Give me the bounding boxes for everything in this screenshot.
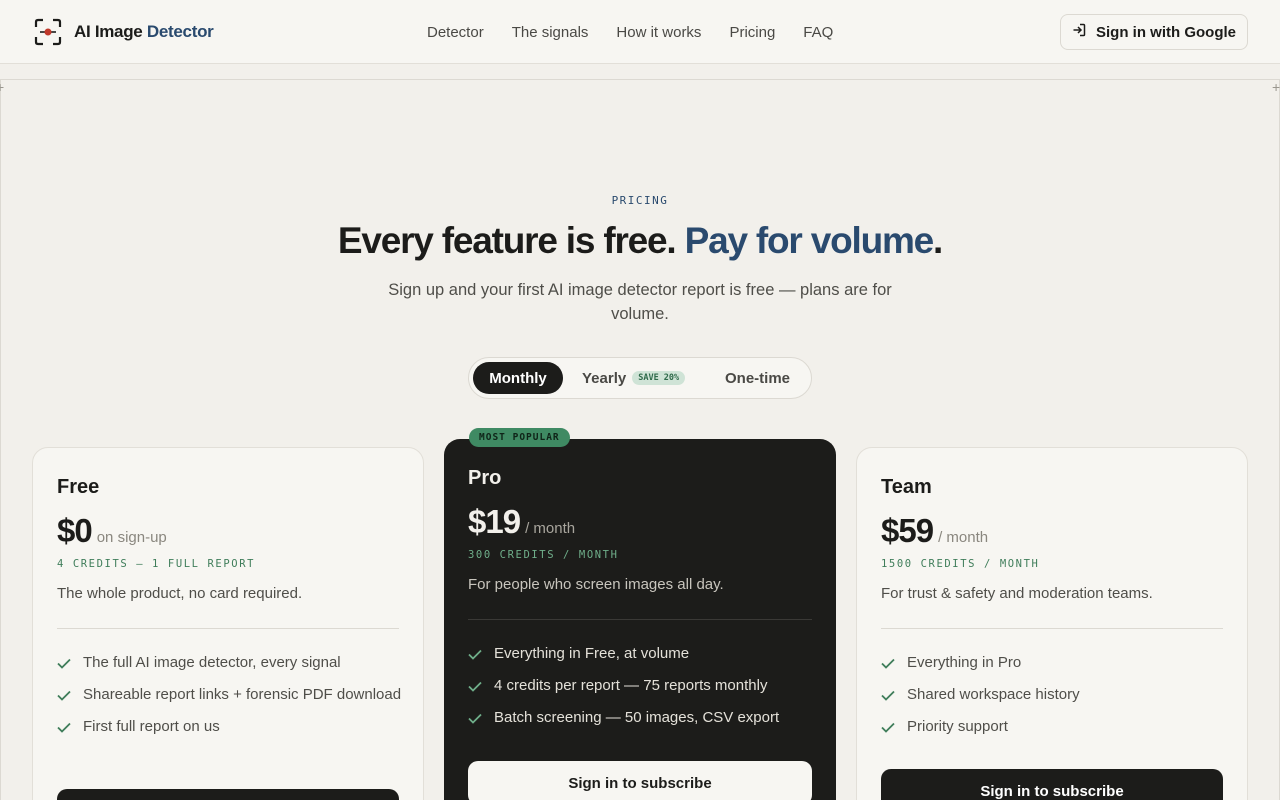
plan-card-team: Team $59 / month 1500 CREDITS / MONTH Fo… (856, 447, 1248, 800)
plan-price-row: $19 / month (468, 503, 575, 541)
feature-item: Everything in Free, at volume (468, 644, 816, 664)
nav-the-signals[interactable]: The signals (512, 24, 589, 41)
check-icon (468, 676, 482, 696)
nav-pricing[interactable]: Pricing (729, 24, 775, 41)
feature-text: The full AI image detector, every signal (83, 654, 341, 671)
plan-credits: 4 CREDITS — 1 FULL REPORT (57, 558, 256, 570)
plan-price-row: $0 on sign-up (57, 512, 167, 550)
nav-faq[interactable]: FAQ (803, 24, 833, 41)
check-icon (57, 685, 71, 705)
pro-subscribe-button[interactable]: Sign in to subscribe (468, 761, 812, 800)
corner-plus-icon: + (1272, 79, 1280, 95)
feature-text: Shared workspace history (907, 686, 1080, 703)
section-eyebrow: PRICING (611, 194, 669, 207)
logo-text-accent: Detector (146, 22, 214, 41)
plan-description: The whole product, no card required. (57, 585, 303, 602)
plan-name: Free (57, 476, 100, 498)
plan-credits: 300 CREDITS / MONTH (468, 549, 619, 561)
feature-text: Batch screening — 50 images, CSV export (494, 709, 780, 726)
plan-price: $0 (57, 512, 93, 549)
toggle-yearly-label: Yearly (582, 369, 627, 387)
plan-description: For trust & safety and moderation teams. (881, 585, 1153, 602)
plan-features: Everything in Free, at volume 4 credits … (468, 644, 816, 740)
feature-item: 4 credits per report — 75 reports monthl… (468, 676, 816, 696)
check-icon (881, 685, 895, 705)
check-icon (57, 653, 71, 673)
divider (881, 628, 1223, 629)
check-icon (468, 708, 482, 728)
feature-text: Shareable report links + forensic PDF do… (83, 686, 402, 703)
plan-card-free: Free $0 on sign-up 4 CREDITS — 1 FULL RE… (32, 447, 424, 800)
feature-item: The full AI image detector, every signal (57, 653, 403, 673)
sign-in-arrow-icon (1072, 23, 1086, 41)
page-title: Every feature is free. Pay for volume. (0, 220, 1280, 262)
team-subscribe-button[interactable]: Sign in to subscribe (881, 769, 1223, 800)
plan-description: For people who screen images all day. (468, 576, 724, 593)
toggle-monthly[interactable]: Monthly (473, 362, 563, 394)
check-icon (468, 644, 482, 664)
check-icon (881, 717, 895, 737)
plan-period: / month (525, 520, 576, 537)
toggle-yearly[interactable]: Yearly SAVE 20% (582, 362, 686, 394)
toggle-one-time[interactable]: One-time (725, 362, 790, 394)
plan-period: / month (938, 529, 989, 546)
plan-period: on sign-up (96, 529, 167, 546)
billing-period-toggle: Monthly Yearly SAVE 20% One-time (468, 357, 812, 399)
plan-credits: 1500 CREDITS / MONTH (881, 558, 1040, 570)
feature-text: Priority support (907, 718, 1008, 735)
plan-features: The full AI image detector, every signal… (57, 653, 403, 749)
free-plan-cta-button[interactable] (57, 789, 399, 800)
divider (57, 628, 399, 629)
headline-accent: Pay for volume (684, 220, 935, 261)
feature-item: Priority support (881, 717, 1227, 737)
feature-text: 4 credits per report — 75 reports monthl… (494, 677, 768, 694)
divider (468, 619, 812, 620)
check-icon (57, 717, 71, 737)
most-popular-badge: MOST POPULAR (469, 428, 570, 447)
scan-frame-icon (34, 18, 62, 46)
feature-item: Shareable report links + forensic PDF do… (57, 685, 403, 705)
headline-end: . (933, 220, 943, 261)
check-icon (881, 653, 895, 673)
logo-text-main: AI Image (74, 22, 143, 41)
feature-text: First full report on us (83, 718, 220, 735)
sign-in-with-google-button[interactable]: Sign in with Google (1060, 14, 1248, 50)
plan-name: Pro (468, 467, 502, 489)
feature-item: Shared workspace history (881, 685, 1227, 705)
feature-item: Everything in Pro (881, 653, 1227, 673)
corner-plus-icon: + (0, 79, 5, 95)
plan-price-row: $59 / month (881, 512, 988, 550)
plan-name: Team (881, 476, 932, 498)
headline-main: Every feature is free. (337, 220, 677, 261)
logo[interactable]: AI Image Detector (34, 18, 214, 46)
feature-text: Everything in Pro (907, 654, 1022, 671)
save-badge: SAVE 20% (632, 371, 686, 385)
logo-text: AI Image Detector (74, 22, 214, 42)
nav-how-it-works[interactable]: How it works (616, 24, 701, 41)
plan-price: $59 (881, 512, 934, 549)
feature-text: Everything in Free, at volume (494, 645, 690, 662)
main-nav: Detector The signals How it works Pricin… (427, 0, 833, 64)
plan-features: Everything in Pro Shared workspace histo… (881, 653, 1227, 749)
feature-item: First full report on us (57, 717, 403, 737)
plan-card-pro: Pro $19 / month 300 CREDITS / MONTH For … (444, 439, 836, 800)
top-navigation-bar: AI Image Detector Detector The signals H… (0, 0, 1280, 64)
page-subtitle: Sign up and your first AI image detector… (388, 281, 892, 323)
plan-price: $19 (468, 503, 521, 540)
feature-item: Batch screening — 50 images, CSV export (468, 708, 816, 728)
nav-detector[interactable]: Detector (427, 24, 484, 41)
sign-in-label: Sign in with Google (1096, 23, 1236, 41)
